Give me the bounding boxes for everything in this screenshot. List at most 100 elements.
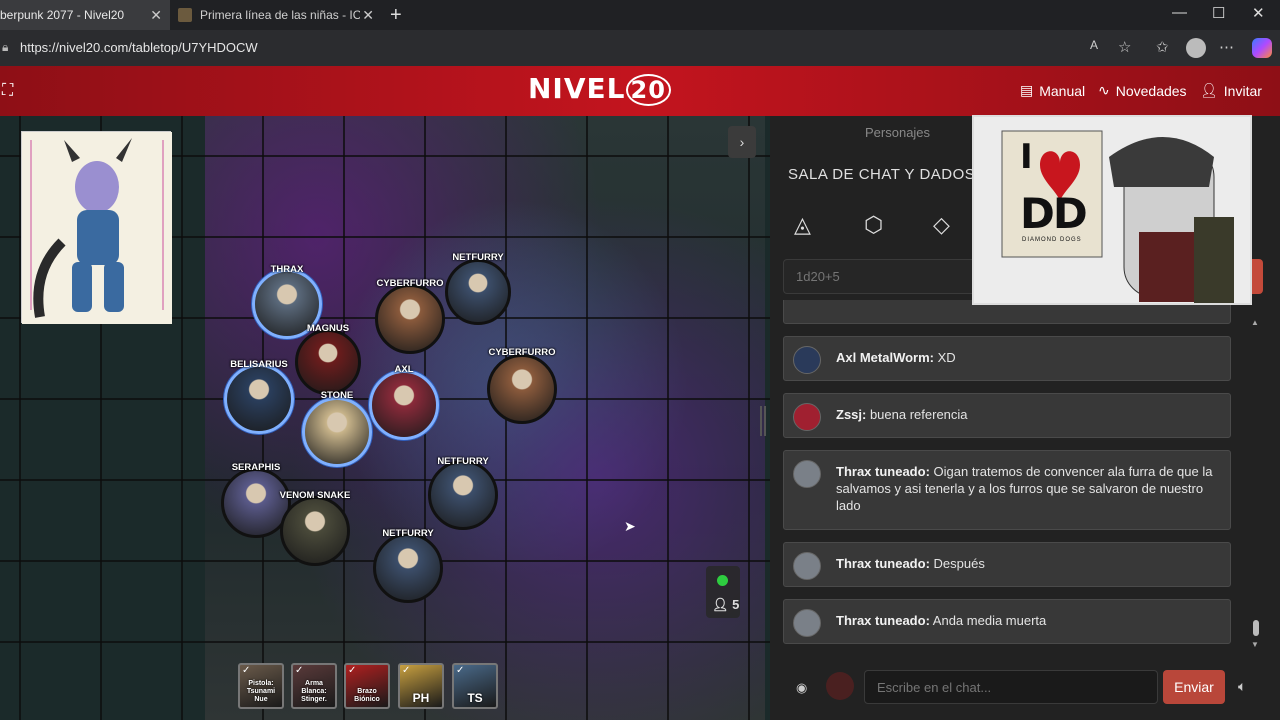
nav-invitar[interactable]: 👤︎ Invitar bbox=[1200, 82, 1262, 99]
map-token[interactable] bbox=[302, 397, 372, 467]
user-icon: 👤︎ bbox=[712, 597, 729, 612]
copilot-icon[interactable] bbox=[1252, 38, 1272, 58]
hotbar-label: TS bbox=[467, 691, 483, 705]
hotbar-slot[interactable]: ✓ TS bbox=[452, 663, 498, 709]
hotbar-label: PH bbox=[412, 691, 430, 705]
message-author: Thrax tuneado: bbox=[836, 464, 930, 479]
map-token[interactable] bbox=[445, 259, 511, 325]
new-tab-button[interactable]: + bbox=[390, 4, 402, 27]
hotbar-slot[interactable]: ✓ PH bbox=[398, 663, 444, 709]
chevron-down-icon: ✓ bbox=[402, 665, 411, 676]
webcam-feed bbox=[974, 117, 1250, 303]
nivel20-logo[interactable]: NIVEL 20 bbox=[528, 72, 671, 106]
map-token[interactable] bbox=[487, 354, 557, 424]
chat-message: Thrax tuneado: Después bbox=[783, 542, 1231, 587]
token-name: CYBERFURRO bbox=[376, 278, 444, 289]
chat-title: SALA DE CHAT Y DADOS bbox=[788, 166, 976, 183]
chat-log: Axl MetalWorm: XD Zssj: buena referencia… bbox=[783, 300, 1231, 655]
tab-personajes[interactable]: Personajes bbox=[865, 125, 930, 140]
nav-label: Novedades bbox=[1115, 82, 1187, 99]
map-token[interactable] bbox=[373, 533, 443, 603]
logo-text: NIVEL bbox=[528, 72, 626, 105]
hotbar-slot[interactable]: ✓ Pistola: Tsunami Nue bbox=[238, 663, 284, 709]
chat-scrollbar[interactable]: ▲ ▼ bbox=[1251, 318, 1261, 649]
scroll-thumb[interactable] bbox=[1253, 620, 1259, 636]
globe-icon[interactable]: ◉ bbox=[796, 680, 807, 696]
hotbar-label: Arma Blanca: Stinger. bbox=[301, 680, 327, 703]
map-token[interactable] bbox=[295, 329, 361, 395]
more-menu-icon[interactable]: ⋯ bbox=[1219, 38, 1234, 56]
token-name: VENOM SNAKE bbox=[279, 490, 351, 501]
panel-resize-handle[interactable] bbox=[760, 406, 766, 436]
sign-dd: DD bbox=[1020, 189, 1088, 238]
tab-title: Primera línea de las niñas - IOP W bbox=[200, 8, 360, 22]
mouse-cursor-icon: ➤ bbox=[624, 518, 636, 534]
player-count-value: 5 bbox=[732, 597, 740, 612]
chevron-down-icon: ✓ bbox=[456, 665, 465, 676]
message-body: XD bbox=[934, 350, 956, 365]
d6-dice-icon[interactable]: ⬡ bbox=[864, 212, 883, 238]
token-name: BELISARIUS bbox=[230, 359, 288, 370]
chat-input[interactable] bbox=[864, 670, 1158, 704]
webcam-overlay: I DD DIAMOND DOGS bbox=[972, 115, 1252, 305]
fullscreen-icon[interactable]: ⛶ bbox=[2, 82, 13, 100]
avatar bbox=[793, 346, 821, 374]
maximize-button[interactable]: ☐ bbox=[1212, 4, 1225, 22]
close-tab-icon[interactable]: ✕ bbox=[362, 7, 374, 24]
avatar bbox=[793, 552, 821, 580]
map-token[interactable] bbox=[428, 460, 498, 530]
message-author: Zssj: bbox=[836, 407, 867, 422]
scroll-down-icon[interactable]: ▼ bbox=[1251, 640, 1259, 649]
browser-tab-active[interactable]: berpunk 2077 - Nivel20 ✕ bbox=[0, 0, 170, 30]
player-count: 👤︎ 5 bbox=[712, 597, 739, 613]
portrait-art bbox=[22, 132, 172, 324]
dice-roll-input[interactable] bbox=[783, 259, 983, 294]
message-text: Thrax tuneado: Después bbox=[836, 555, 1216, 572]
token-name: NETFURRY bbox=[382, 528, 434, 539]
map-token[interactable] bbox=[369, 370, 439, 440]
chat-message: Thrax tuneado: Anda media muerta bbox=[783, 599, 1231, 644]
close-tab-icon[interactable]: ✕ bbox=[150, 7, 162, 24]
profile-avatar[interactable] bbox=[1186, 38, 1206, 58]
token-name: THRAX bbox=[270, 264, 304, 275]
message-text: Thrax tuneado: Oigan tratemos de convenc… bbox=[836, 463, 1216, 514]
token-name: SERAPHIS bbox=[231, 462, 281, 473]
d8-dice-icon[interactable]: ◇ bbox=[933, 212, 950, 238]
token-name: NETFURRY bbox=[437, 456, 489, 467]
minimize-button[interactable]: — bbox=[1172, 4, 1187, 21]
message-body: Después bbox=[929, 556, 985, 571]
map-token[interactable] bbox=[224, 364, 294, 434]
pulse-icon: ∿ bbox=[1098, 82, 1110, 98]
map-token[interactable] bbox=[280, 496, 350, 566]
logo-d20: 20 bbox=[625, 74, 671, 106]
nav-manual[interactable]: ▤ Manual bbox=[1020, 82, 1085, 99]
d4-dice-icon[interactable]: ◬ bbox=[794, 212, 811, 238]
favorite-star-icon[interactable]: ☆ bbox=[1118, 38, 1131, 56]
hotbar-slot[interactable]: ✓ Brazo Biónico bbox=[344, 663, 390, 709]
hotbar-label: Brazo Biónico bbox=[354, 688, 380, 703]
chat-message: Zssj: buena referencia bbox=[783, 393, 1231, 438]
message-body: Anda media muerta bbox=[929, 613, 1047, 628]
avatar bbox=[793, 460, 821, 488]
online-status-icon bbox=[717, 575, 728, 586]
collapse-panel-button[interactable]: › bbox=[728, 126, 756, 158]
lock-icon[interactable]: 🔒︎ bbox=[2, 40, 8, 55]
my-avatar[interactable] bbox=[826, 672, 854, 700]
character-portrait[interactable] bbox=[21, 131, 172, 324]
message-body: buena referencia bbox=[866, 407, 968, 422]
scroll-up-icon[interactable]: ▲ bbox=[1251, 318, 1259, 327]
close-window-button[interactable]: ✕ bbox=[1252, 4, 1265, 22]
nav-label: Manual bbox=[1039, 82, 1086, 99]
token-name: MAGNUS bbox=[306, 323, 350, 334]
send-button[interactable]: Enviar bbox=[1163, 670, 1225, 704]
hotbar-slot[interactable]: ✓ Arma Blanca: Stinger. bbox=[291, 663, 337, 709]
url-field[interactable]: https://nivel20.com/tabletop/U7YHDOCW bbox=[20, 40, 258, 55]
avatar bbox=[793, 403, 821, 431]
browser-tab[interactable]: Primera línea de las niñas - IOP W ✕ bbox=[172, 0, 382, 30]
favorites-icon[interactable]: ✩ bbox=[1156, 38, 1169, 56]
nav-novedades[interactable]: ∿ Novedades bbox=[1098, 82, 1187, 99]
token-name: NETFURRY bbox=[452, 252, 504, 263]
read-aloud-icon[interactable]: A bbox=[1090, 38, 1098, 52]
speaker-icon[interactable]: 🔈︎ bbox=[1238, 678, 1246, 695]
map-token[interactable] bbox=[375, 284, 445, 354]
